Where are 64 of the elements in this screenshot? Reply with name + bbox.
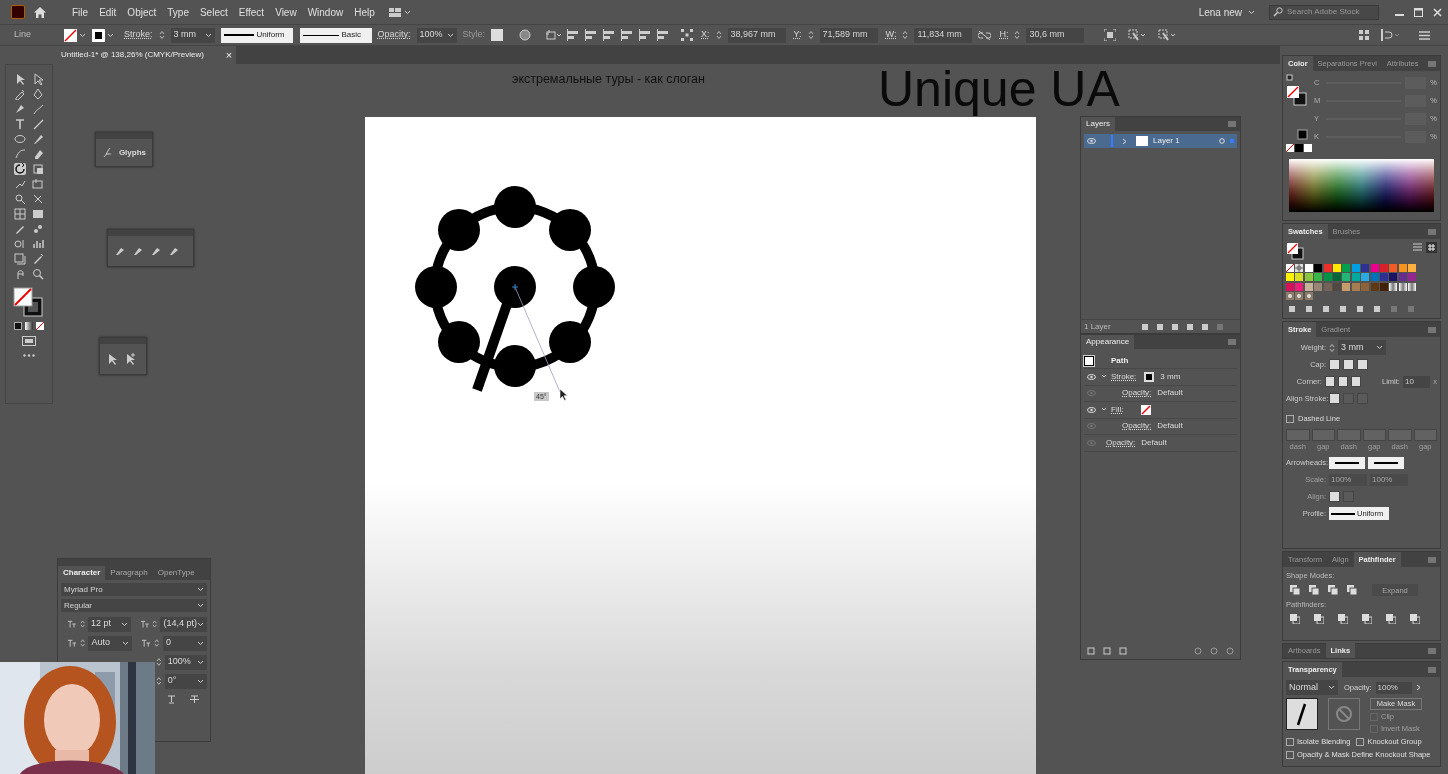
appearance-label[interactable]: Fill: [1111,403,1124,416]
style-label: Style: [462,28,486,42]
appearance-label[interactable]: Stroke: [1111,370,1137,383]
panel-tab[interactable]: Appearance [1081,335,1135,349]
transform-label: H: [999,28,1009,42]
menu-item[interactable]: File [72,4,89,20]
menu-item[interactable]: Window [307,4,344,20]
transform-label: W: [885,28,897,42]
limit-field[interactable]: 10 [1402,375,1431,388]
transform-field[interactable]: 71,589 mm [819,27,878,43]
panel-tab[interactable]: Paragraph [105,566,153,580]
font-style-field[interactable]: Regular [61,599,207,612]
character-field[interactable]: 0 [162,635,207,651]
headline-text: Unique UA [878,64,1120,114]
character-field[interactable]: 100% [164,654,207,670]
transform-field[interactable]: 30,6 mm [1026,27,1085,43]
user-menu[interactable]: Lena new [1198,4,1255,20]
appearance-label[interactable]: Opacity: [1122,387,1152,400]
stroke-weight-field[interactable]: 3 mm [170,27,215,43]
glyphs-label[interactable]: Glyphs [118,146,146,159]
scale-field[interactable]: 100% [1329,473,1367,486]
close-button[interactable]: × [225,49,233,61]
profile-dropdown[interactable]: Uniform [220,27,293,43]
panel-tab[interactable]: Character [58,566,106,580]
menu-item[interactable]: Help [354,4,375,20]
appearance-label[interactable]: Opacity: [1106,436,1136,449]
slogan-text: экстремальные туры - как слоган [512,71,705,88]
blend-mode-dropdown[interactable]: Normal [1286,680,1338,695]
opacity-field[interactable]: 100% [416,27,457,43]
panel-tab[interactable]: OpenType [152,566,200,580]
menu-item[interactable]: Edit [99,4,117,20]
transform-label: Y: [793,28,802,42]
menu-item[interactable]: Select [199,4,228,20]
font-family-field[interactable]: Myriad Pro [61,583,207,596]
weight-field[interactable]: 3 mm [1338,340,1386,355]
transform-field[interactable]: 38,967 mm [727,27,786,43]
search-input[interactable]: Search Adobe Stock [1287,6,1375,18]
menu-item[interactable]: View [275,4,297,20]
appearance-value: Default [1141,436,1167,449]
layer-count: 1 Layer [1084,320,1112,333]
character-field[interactable]: (14,4 pt) [160,616,207,632]
transform-label: X: [701,28,710,42]
menu-item[interactable]: Effect [238,4,265,20]
appearance-value: Default [1157,387,1183,400]
scale-field[interactable]: 100% [1370,473,1408,486]
menu-item[interactable]: Object [127,4,157,20]
appearance-value: Default [1157,420,1183,433]
search-field[interactable]: Search Adobe Stock [1269,4,1379,20]
transform-field[interactable]: 11,834 mm [914,27,973,43]
object-label: Path [1111,354,1129,367]
opacity-field[interactable]: 100% [1375,681,1412,694]
appearance-value: 3 mm [1160,370,1181,383]
layer-row[interactable]: Layer 1 [1084,134,1237,148]
brush-dropdown[interactable]: Basic [299,27,372,43]
document-tab[interactable]: Untitled-1* @ 138,26% (CMYK/Preview) × [55,46,237,64]
appearance-label[interactable]: Opacity: [1122,420,1152,433]
opacity-label: Opacity: [377,28,411,42]
character-field[interactable]: Auto [88,635,133,651]
character-field[interactable]: 0° [164,673,207,689]
panel-tab[interactable]: Layers [1081,117,1115,131]
stroke-label: Stroke: [124,28,153,42]
character-field[interactable]: 12 pt [87,616,131,632]
selection-label: Line [14,28,32,42]
menu-item[interactable]: Type [167,4,189,20]
